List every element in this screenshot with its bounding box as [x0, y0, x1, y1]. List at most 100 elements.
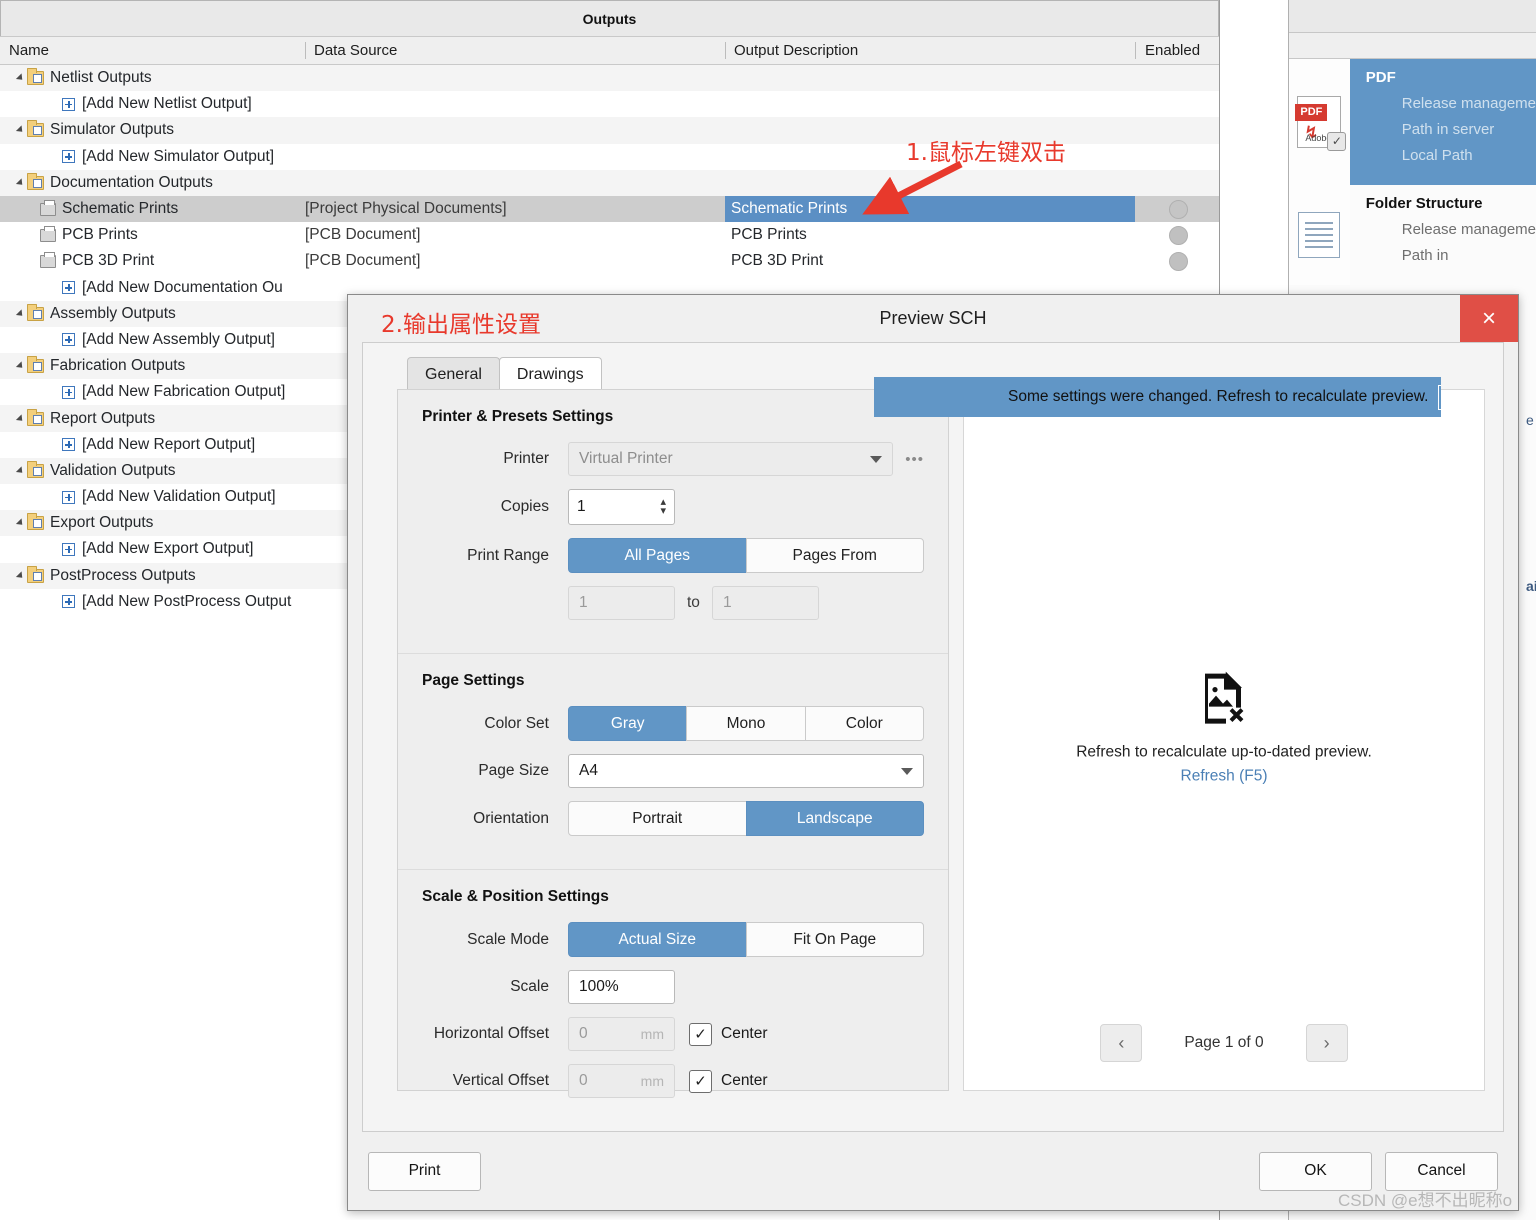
column-header-output-description[interactable]: Output Description: [725, 42, 1135, 59]
settings-form: Printer & Presets Settings Printer Virtu…: [397, 389, 949, 1091]
preview-pane: Some settings were changed. Refresh to r…: [963, 389, 1485, 1091]
folder-icon: [27, 516, 44, 530]
table-row[interactable]: PCB 3D Print [PCB Document] PCB 3D Print: [0, 248, 1219, 274]
copies-value: 1: [577, 498, 586, 516]
printer-label: Printer: [422, 450, 568, 468]
add-plus-icon[interactable]: [62, 333, 75, 346]
add-plus-icon[interactable]: [62, 281, 75, 294]
settings-changed-notice: Some settings were changed. Refresh to r…: [874, 377, 1441, 417]
column-header-name[interactable]: Name: [0, 42, 305, 59]
printer-row: Printer Virtual Printer •••: [422, 442, 924, 476]
collapse-arrow-icon[interactable]: [16, 414, 25, 423]
add-plus-icon[interactable]: [62, 386, 75, 399]
page-range-from-value: 1: [579, 594, 588, 612]
collapse-arrow-icon[interactable]: [16, 178, 25, 187]
collapse-arrow-icon[interactable]: [16, 309, 25, 318]
horizontal-offset-row: Horizontal Offset 0 mm ✓ Center: [422, 1017, 924, 1051]
cancel-button[interactable]: Cancel: [1385, 1152, 1498, 1191]
printer-more-button[interactable]: •••: [905, 451, 924, 468]
preview-empty-state: Refresh to recalculate up-to-dated previ…: [964, 672, 1484, 786]
tree-group-netlist-outputs[interactable]: Netlist Outputs: [0, 65, 1219, 91]
scale-mode-segmented: Actual Size Fit On Page: [568, 922, 924, 957]
release-card-folder-structure[interactable]: Folder Structure Release manageme Path i…: [1289, 185, 1536, 285]
add-plus-icon[interactable]: [62, 438, 75, 451]
collapse-arrow-icon[interactable]: [16, 519, 25, 528]
printer-icon: [40, 203, 56, 216]
output-description[interactable]: PCB Prints: [725, 226, 807, 244]
page-range-to-value: 1: [723, 594, 732, 612]
collapse-arrow-icon[interactable]: [16, 571, 25, 580]
tree-group-label: Report Outputs: [50, 410, 155, 428]
pdf-card-line-1[interactable]: Release manageme: [1402, 95, 1536, 112]
print-button[interactable]: Print: [368, 1152, 481, 1191]
vertical-center-checkbox[interactable]: ✓: [689, 1070, 712, 1093]
copies-stepper[interactable]: 1 ▴▾: [568, 489, 675, 525]
stepper-arrows-icon[interactable]: ▴▾: [660, 498, 666, 516]
orientation-portrait[interactable]: Portrait: [568, 801, 747, 836]
add-plus-icon[interactable]: [62, 491, 75, 504]
page-range-to-input[interactable]: 1: [712, 586, 819, 620]
release-card-pdf[interactable]: PDF ↯ Adobe ✓ PDF Release manageme Path …: [1289, 59, 1536, 185]
chevron-right-icon[interactable]: ›: [1306, 1024, 1348, 1062]
folder-structure-line-1[interactable]: Release manageme: [1402, 221, 1536, 238]
pdf-card-line-2[interactable]: Path in server: [1402, 121, 1536, 138]
add-plus-icon[interactable]: [62, 543, 75, 556]
color-set-mono[interactable]: Mono: [686, 706, 805, 741]
tree-group-label: Validation Outputs: [50, 462, 176, 480]
right-panel-titlebar: [1289, 0, 1536, 33]
add-plus-icon[interactable]: [62, 98, 75, 111]
printer-select[interactable]: Virtual Printer: [568, 442, 893, 476]
page-range-from-input[interactable]: 1: [568, 586, 675, 620]
enabled-toggle[interactable]: [1169, 226, 1188, 245]
collapse-arrow-icon[interactable]: [16, 466, 25, 475]
table-row[interactable]: PCB Prints [PCB Document] PCB Prints: [0, 222, 1219, 248]
output-data-source: [PCB Document]: [305, 226, 420, 244]
enabled-toggle[interactable]: [1169, 252, 1188, 271]
page-size-select[interactable]: A4: [568, 754, 924, 788]
folder-structure-line-2[interactable]: Path in: [1402, 247, 1536, 264]
scale-input[interactable]: 100%: [568, 970, 675, 1004]
preview-refresh-link[interactable]: Refresh (F5): [964, 768, 1484, 786]
document-icon: [1298, 212, 1340, 258]
collapse-arrow-icon[interactable]: [16, 362, 25, 371]
notice-refresh-button[interactable]: Refresh: [1438, 385, 1441, 410]
file-image-missing-icon: [1200, 672, 1248, 726]
chevron-left-icon[interactable]: ‹: [1100, 1024, 1142, 1062]
close-icon[interactable]: ×: [1460, 295, 1518, 342]
enabled-toggle[interactable]: [1169, 200, 1188, 219]
add-plus-icon[interactable]: [62, 150, 75, 163]
column-header-data-source[interactable]: Data Source: [305, 42, 725, 59]
column-header-enabled[interactable]: Enabled: [1135, 42, 1219, 59]
horizontal-offset-unit: mm: [641, 1026, 664, 1042]
ok-button[interactable]: OK: [1259, 1152, 1372, 1191]
folder-structure-icon-column: [1289, 185, 1350, 285]
folder-icon: [27, 464, 44, 478]
print-range-pages-from[interactable]: Pages From: [746, 538, 925, 573]
tree-group-label: Export Outputs: [50, 514, 153, 532]
orientation-landscape[interactable]: Landscape: [746, 801, 925, 836]
tree-group-documentation-outputs[interactable]: Documentation Outputs: [0, 170, 1219, 196]
horizontal-offset-input[interactable]: 0 mm: [568, 1017, 675, 1051]
color-set-gray[interactable]: Gray: [568, 706, 687, 741]
scale-position-legend: Scale & Position Settings: [422, 888, 924, 906]
preview-sch-dialog: Preview SCH × General Drawings Printer &…: [347, 294, 1519, 1211]
add-plus-icon[interactable]: [62, 595, 75, 608]
color-set-color[interactable]: Color: [805, 706, 924, 741]
print-range-all-pages[interactable]: All Pages: [568, 538, 747, 573]
scale-mode-actual-size[interactable]: Actual Size: [568, 922, 747, 957]
tree-add-label: [Add New Assembly Output]: [82, 331, 275, 349]
pdf-card-line-3[interactable]: Local Path: [1402, 147, 1536, 164]
tab-general[interactable]: General: [407, 357, 500, 392]
tab-drawings[interactable]: Drawings: [499, 357, 602, 392]
output-description[interactable]: PCB 3D Print: [725, 252, 823, 270]
tree-add-netlist-output[interactable]: [Add New Netlist Output]: [0, 91, 1219, 117]
collapse-arrow-icon[interactable]: [16, 73, 25, 82]
scale-mode-fit-on-page[interactable]: Fit On Page: [746, 922, 925, 957]
collapse-arrow-icon[interactable]: [16, 126, 25, 135]
folder-structure-card-body: Folder Structure Release manageme Path i…: [1350, 185, 1536, 285]
horizontal-center-checkbox[interactable]: ✓: [689, 1023, 712, 1046]
vertical-offset-unit: mm: [641, 1073, 664, 1089]
outputs-title-text: Outputs: [583, 11, 637, 27]
vertical-offset-input[interactable]: 0 mm: [568, 1064, 675, 1098]
table-row[interactable]: Schematic Prints [Project Physical Docum…: [0, 196, 1219, 222]
